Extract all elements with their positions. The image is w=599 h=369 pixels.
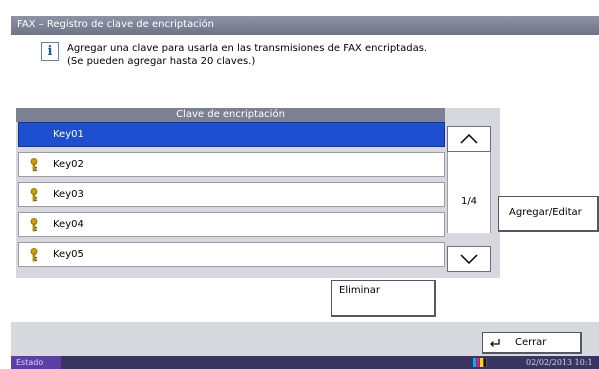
list-item-label: Key04: [53, 219, 84, 230]
close-button[interactable]: Cerrar: [482, 332, 582, 354]
info-panel: i Agregar una clave para usarla en las t…: [11, 35, 599, 111]
add-edit-button[interactable]: Agregar/Editar: [498, 196, 599, 232]
list-item-label: Key05: [53, 249, 84, 260]
close-label: Cerrar: [515, 337, 547, 348]
key-icon: [30, 218, 38, 232]
info-message: Agregar una clave para usarla en las tra…: [67, 42, 427, 68]
list-item-label: Key02: [53, 159, 84, 170]
date-time: 02/02/2013 10:1: [526, 358, 593, 367]
status-bar: Estado 02/02/2013 10:1: [11, 356, 599, 369]
add-edit-label: Agregar/Editar: [509, 207, 582, 218]
key-icon: [30, 158, 38, 172]
list-item-key05[interactable]: Key05: [18, 242, 445, 267]
list-header: Clave de encriptación: [16, 108, 445, 122]
scroll-down-button[interactable]: [447, 246, 491, 272]
key-icon: [30, 248, 38, 262]
list-item-label: Key01: [53, 129, 84, 140]
list-item-key04[interactable]: Key04: [18, 212, 445, 237]
return-arrow-icon: [490, 339, 500, 347]
status-button[interactable]: Estado: [11, 356, 61, 369]
list-header-label: Clave de encriptación: [176, 109, 285, 120]
info-line-1: Agregar una clave para usarla en las tra…: [67, 43, 428, 54]
footer-bar: Cerrar: [11, 322, 599, 356]
key-list-panel: Clave de encriptación Key01 Key02 Key03: [16, 108, 500, 278]
chevron-up-icon: [460, 133, 478, 144]
list-item-key01[interactable]: Key01: [18, 122, 445, 147]
delete-label: Eliminar: [339, 285, 380, 296]
delete-button[interactable]: Eliminar: [331, 280, 436, 317]
scroll-up-button[interactable]: [447, 126, 491, 152]
toner-level-icon: [473, 358, 487, 367]
title-bar: FAX – Registro de clave de encriptación: [11, 16, 599, 35]
info-icon: i: [41, 42, 59, 61]
info-line-2: (Se pueden agregar hasta 20 claves.): [67, 56, 256, 67]
fax-key-registration-screen: FAX – Registro de clave de encriptación …: [11, 16, 599, 369]
list-item-label: Key03: [53, 189, 84, 200]
page-indicator: 1/4: [460, 196, 478, 207]
key-icon: [30, 188, 38, 202]
list-item-key02[interactable]: Key02: [18, 152, 445, 177]
list-item-key03[interactable]: Key03: [18, 182, 445, 207]
chevron-down-icon: [460, 254, 478, 265]
screen-title: FAX – Registro de clave de encriptación: [17, 19, 214, 30]
scroll-track: [447, 152, 491, 233]
